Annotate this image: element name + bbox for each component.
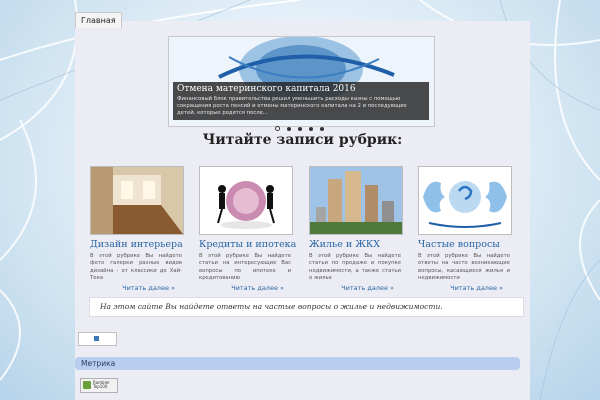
slide-caption: Отмена материнского капитала 2016 Финанс… xyxy=(173,82,429,120)
slider-dot[interactable] xyxy=(320,127,324,131)
category-title[interactable]: Частые вопросы xyxy=(418,239,523,251)
read-more-link[interactable]: Читать далее » xyxy=(309,284,394,292)
read-more-link[interactable]: Читать далее » xyxy=(90,284,175,292)
nav-home-tab[interactable]: Главная xyxy=(75,12,122,28)
category-title[interactable]: Жилье и ЖКХ xyxy=(309,239,414,251)
category-card-credit: Кредиты и ипотека В этой рубрике Вы найд… xyxy=(199,166,304,292)
category-description: В этой рубрике Вы найдете фото галереи р… xyxy=(90,253,182,281)
category-title[interactable]: Дизайн интерьера xyxy=(90,239,195,251)
rambler-counter[interactable]: Rambler Top100 xyxy=(80,378,118,393)
slide-text: Финансовый блок правительства решил умен… xyxy=(177,96,407,116)
category-image-housing[interactable] xyxy=(309,166,403,235)
category-image-faq[interactable] xyxy=(418,166,512,235)
slider-dot[interactable] xyxy=(309,127,313,131)
category-description: В этой рубрике Вы найдете ответы на част… xyxy=(418,253,510,281)
slider-dot[interactable] xyxy=(275,126,280,131)
category-card-interior: Дизайн интерьера В этой рубрике Вы найде… xyxy=(90,166,195,292)
rambler-logo-icon xyxy=(83,381,91,389)
read-more-link[interactable]: Читать далее » xyxy=(199,284,284,292)
metrika-widget-header[interactable]: Метрика xyxy=(75,357,520,370)
category-image-interior[interactable] xyxy=(90,166,184,235)
category-image-credit[interactable] xyxy=(199,166,293,235)
slider-dot[interactable] xyxy=(298,127,302,131)
widget-button[interactable] xyxy=(78,332,117,346)
content-area: Отмена материнского капитала 2016 Финанс… xyxy=(75,21,530,400)
section-title: Читайте записи рубрик: xyxy=(202,132,403,148)
category-title[interactable]: Кредиты и ипотека xyxy=(199,239,304,251)
slider-dot[interactable] xyxy=(287,127,291,131)
counter-label: Rambler Top100 xyxy=(93,380,110,389)
category-description: В этой рубрике Вы найдете статьи на инте… xyxy=(199,253,291,281)
read-more-link[interactable]: Читать далее » xyxy=(418,284,503,292)
site-info-box: На этом сайте Вы найдете ответы на часты… xyxy=(89,297,524,317)
category-description: В этой рубрике Вы найдете статьи по прод… xyxy=(309,253,401,281)
category-card-housing: Жилье и ЖКХ В этой рубрике Вы найдете ст… xyxy=(309,166,414,292)
featured-slider[interactable]: Отмена материнского капитала 2016 Финанс… xyxy=(168,36,435,127)
slide-title[interactable]: Отмена материнского капитала 2016 xyxy=(173,82,429,95)
category-card-faq: Частые вопросы В этой рубрике Вы найдете… xyxy=(418,166,523,292)
top-navigation: Главная xyxy=(75,8,122,28)
widget-icon xyxy=(94,336,99,341)
